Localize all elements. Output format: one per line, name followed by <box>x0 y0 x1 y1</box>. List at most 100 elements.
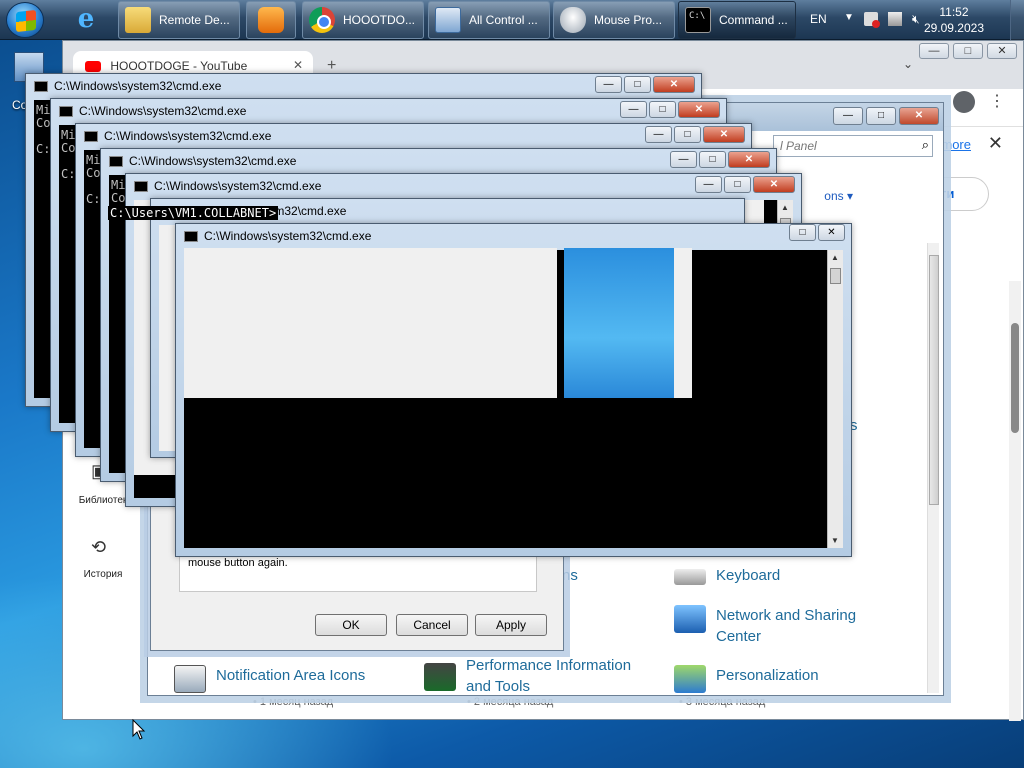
cp-item-notification-area[interactable]: Notification Area Icons <box>174 665 365 693</box>
cancel-button[interactable]: Cancel <box>396 614 468 636</box>
cp-item-network[interactable]: Network and Sharing Center <box>674 605 876 647</box>
console-line: C: <box>36 142 51 156</box>
maximize-button[interactable]: □ <box>789 224 816 241</box>
chevron-down-icon[interactable]: ⌄ <box>903 57 913 71</box>
banner-close-icon[interactable]: ✕ <box>988 133 1003 154</box>
cp-item-performance[interactable]: Performance Information and Tools <box>424 655 646 697</box>
cmd-controls: — □ ✕ <box>620 101 720 118</box>
panel-text: mouse button again. <box>188 557 288 569</box>
minimize-button[interactable]: — <box>620 101 647 118</box>
taskbar-button-command-prompt[interactable]: C:\ Command ... <box>678 1 796 39</box>
scrollbar-thumb[interactable] <box>830 268 841 284</box>
apply-button[interactable]: Apply <box>475 614 547 636</box>
console-line: Co <box>36 116 51 130</box>
cmd-icon <box>59 105 73 117</box>
network-status-icon[interactable] <box>888 12 902 26</box>
cp-item-personalization[interactable]: Personalization <box>674 665 819 693</box>
language-indicator[interactable]: EN <box>810 12 827 26</box>
scroll-down-icon[interactable]: ▼ <box>831 536 839 545</box>
internet-explorer-icon[interactable]: e <box>66 4 106 36</box>
video-meta: • 2 месяца назад <box>467 696 554 708</box>
maximize-button[interactable]: □ <box>674 126 701 143</box>
chrome-scrollbar[interactable] <box>1009 281 1021 721</box>
system-tray: EN ▼ 🔇︎ 11:52 29.09.2023 <box>802 0 1024 40</box>
ghost-scroll-strip <box>674 248 692 398</box>
minimize-button[interactable]: — <box>695 176 722 193</box>
minimize-button[interactable]: — <box>919 43 949 59</box>
taskbar-button-media-player[interactable] <box>246 1 296 39</box>
mouse-icon <box>560 7 586 33</box>
cmd-icon <box>84 130 98 142</box>
cmd-title-text: C:\Windows\system32\cmd.exe <box>54 79 222 93</box>
close-button[interactable]: ✕ <box>818 224 845 241</box>
cp-item-label: Keyboard <box>716 567 781 584</box>
taskbar-button-remote-desktop[interactable]: Remote De... <box>118 1 240 39</box>
scroll-up-icon[interactable]: ▲ <box>781 203 789 212</box>
minimize-button[interactable]: — <box>595 76 622 93</box>
menu-dots-icon[interactable]: ⋮ <box>989 91 1005 111</box>
more-link[interactable]: more <box>941 137 971 152</box>
cp-item-label: Personalization <box>716 667 819 684</box>
scroll-up-icon[interactable]: ▲ <box>831 253 839 262</box>
search-icon[interactable]: ⌕ <box>922 137 929 153</box>
ok-button[interactable]: OK <box>315 614 387 636</box>
show-hidden-icons-icon[interactable]: ▼ <box>844 12 854 23</box>
taskbar: e Remote De... HOOOTDO... All Control ..… <box>0 0 1024 40</box>
cmd-title: C:\Windows\system32\cmd.exe <box>184 229 371 243</box>
cmd-controls: — □ ✕ <box>595 76 695 93</box>
cp-item-keyboard[interactable]: Keyboard <box>674 565 780 586</box>
cmd-title-text: C:\Windows\system32\cmd.exe <box>129 154 297 168</box>
taskbar-button-mouse-properties[interactable]: Mouse Pro... <box>553 1 675 39</box>
minimize-button[interactable]: — <box>645 126 672 143</box>
profile-avatar[interactable] <box>953 91 975 113</box>
console-line: Co <box>86 166 101 180</box>
close-button[interactable]: ✕ <box>899 107 939 125</box>
personalization-icon <box>674 665 706 693</box>
console-line: C: <box>61 167 76 181</box>
scrollbar-thumb[interactable] <box>1011 323 1019 433</box>
media-player-icon <box>258 7 284 33</box>
taskbar-label: Command ... <box>719 13 788 27</box>
chrome-icon <box>309 7 335 33</box>
maximize-button[interactable]: □ <box>866 107 896 125</box>
maximize-button[interactable]: □ <box>624 76 651 93</box>
clock[interactable]: 11:52 29.09.2023 <box>924 4 984 36</box>
cmd-icon <box>109 155 123 167</box>
sidebar-item-history[interactable]: История <box>63 569 143 580</box>
cp-item-label: Network and Sharing Center <box>716 607 857 645</box>
close-button[interactable]: ✕ <box>987 43 1017 59</box>
cmd-scrollbar[interactable]: ▲▼ <box>827 250 843 548</box>
control-panel-scrollbar[interactable] <box>927 243 939 693</box>
history-icon[interactable]: ⟲ <box>91 537 115 561</box>
control-panel-icon <box>435 7 461 33</box>
console-line: Mi <box>111 178 126 192</box>
cmd-icon <box>134 180 148 192</box>
tab-close-icon[interactable]: ✕ <box>293 58 303 72</box>
scrollbar-thumb[interactable] <box>929 255 939 505</box>
cmd-title-text: C:\Windows\system32\cmd.exe <box>104 129 272 143</box>
close-button[interactable]: ✕ <box>753 176 795 193</box>
view-by-dropdown[interactable]: ons ▾ <box>824 189 853 203</box>
maximize-button[interactable]: □ <box>699 151 726 168</box>
search-input[interactable]: l Panel <box>773 135 933 157</box>
action-center-icon[interactable] <box>864 12 880 28</box>
maximize-button[interactable]: □ <box>953 43 983 59</box>
maximize-button[interactable]: □ <box>649 101 676 118</box>
minimize-button[interactable]: — <box>833 107 863 125</box>
close-button[interactable]: ✕ <box>678 101 720 118</box>
taskbar-button-control-panel[interactable]: All Control ... <box>428 1 550 39</box>
chrome-tab-title: HOOOTDOGE - YouTube <box>110 59 248 73</box>
close-button[interactable]: ✕ <box>653 76 695 93</box>
cmd-controls: — □ ✕ <box>670 151 770 168</box>
start-button[interactable] <box>6 2 44 38</box>
cmd-title: C:\Windows\system32\cmd.exe <box>34 79 221 93</box>
minimize-button[interactable]: — <box>670 151 697 168</box>
close-button[interactable]: ✕ <box>728 151 770 168</box>
desktop-strip <box>564 248 674 398</box>
show-desktop-button[interactable] <box>1010 0 1024 40</box>
cmd-window[interactable]: C:\Windows\system32\cmd.exe □ ✕ ▲ ▼ <box>175 223 852 557</box>
close-button[interactable]: ✕ <box>703 126 745 143</box>
taskbar-button-chrome[interactable]: HOOOTDO... <box>302 1 424 39</box>
maximize-button[interactable]: □ <box>724 176 751 193</box>
cp-item-label: Notification Area Icons <box>216 667 366 684</box>
